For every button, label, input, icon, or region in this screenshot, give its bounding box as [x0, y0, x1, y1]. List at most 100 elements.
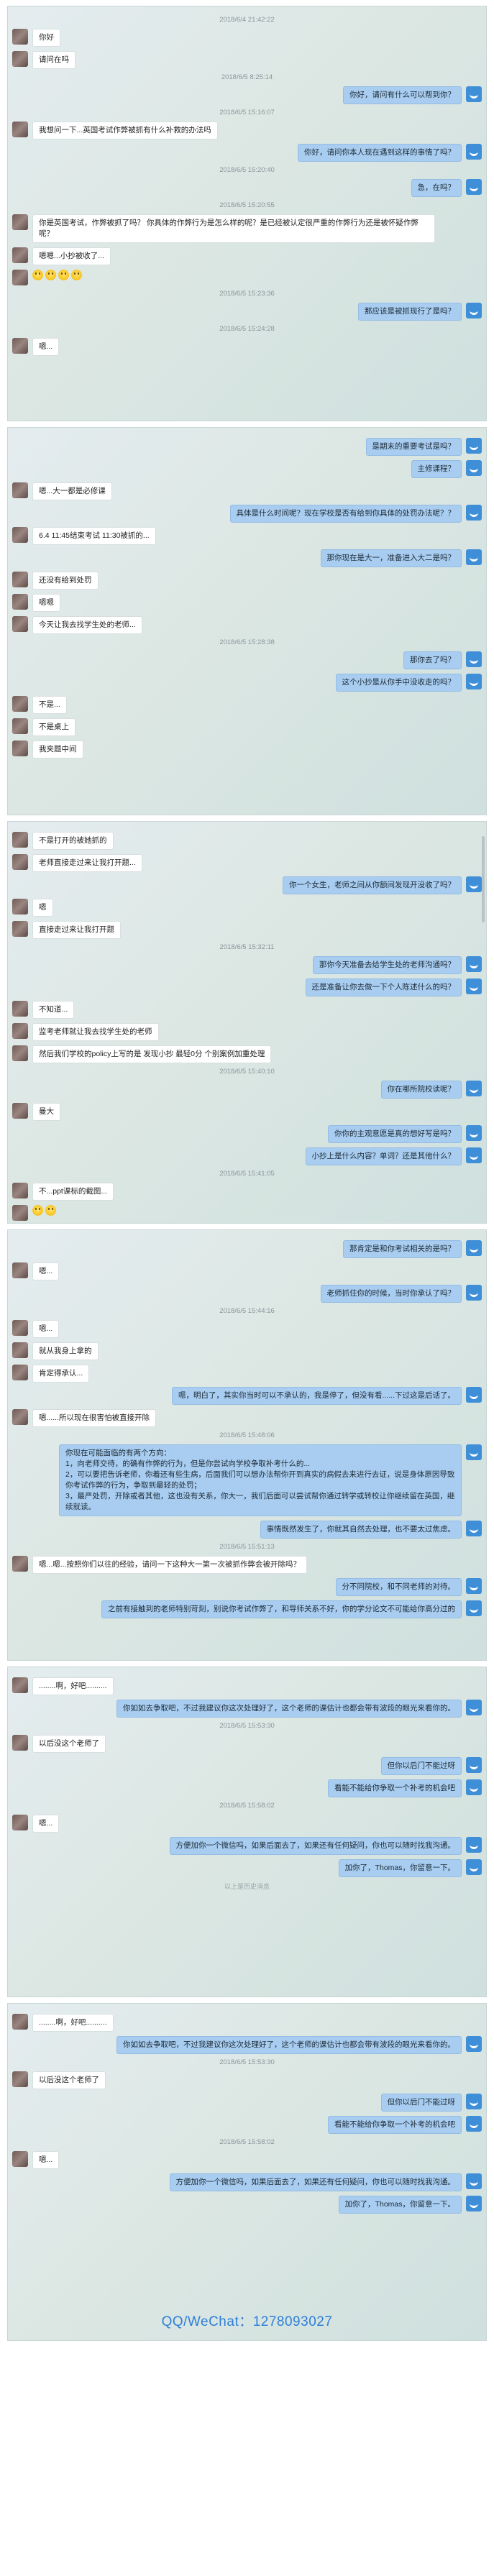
contact-avatar[interactable] [12, 1320, 28, 1336]
message-bubble: 然后我们学校的policy上写的是 发现小抄 最轻0分 个别案例加重处理 [32, 1045, 272, 1063]
user-avatar-icon[interactable] [466, 86, 482, 102]
contact-avatar[interactable] [12, 1205, 28, 1221]
contact-avatar[interactable] [12, 616, 28, 632]
contact-avatar[interactable] [12, 1262, 28, 1278]
contact-avatar[interactable] [12, 1735, 28, 1751]
user-avatar-icon[interactable] [466, 1125, 482, 1141]
message-bubble: 但你以后门不能过呀 [380, 1757, 462, 1775]
user-avatar-icon[interactable] [466, 1240, 482, 1256]
outgoing-message: 你如如去争取吧，不过我建议你这次处理好了，这个老师的课估计也都会带有波段的眼光来… [12, 2036, 482, 2054]
message-bubble: 但你以后门不能过呀 [380, 2094, 462, 2112]
incoming-message: 老师直接走过来让我打开题... [12, 854, 482, 872]
scrollbar-thumb[interactable] [482, 836, 485, 922]
user-avatar-icon[interactable] [466, 1285, 482, 1301]
message-bubble: 小抄上是什么内容？单词？还是其他什么？ [305, 1147, 462, 1165]
user-avatar-icon[interactable] [466, 438, 482, 454]
outgoing-message: 老师抓住你的时候，当时你承认了吗？ [12, 1285, 482, 1303]
contact-avatar[interactable] [12, 482, 28, 498]
incoming-message: 嗯... [12, 2151, 482, 2169]
contact-avatar[interactable] [12, 214, 28, 230]
incoming-message: ........啊，好吧.......... [12, 1677, 482, 1695]
user-avatar-icon[interactable] [466, 1757, 482, 1773]
contact-avatar[interactable] [12, 718, 28, 734]
contact-avatar[interactable] [12, 338, 28, 354]
user-avatar-icon[interactable] [466, 674, 482, 689]
contact-avatar[interactable] [12, 29, 28, 45]
contact-avatar[interactable] [12, 1556, 28, 1572]
contact-avatar[interactable] [12, 2014, 28, 2030]
user-avatar-icon[interactable] [466, 1081, 482, 1096]
contact-avatar[interactable] [12, 741, 28, 756]
user-avatar-icon[interactable] [466, 2116, 482, 2132]
user-avatar-icon[interactable] [466, 549, 482, 565]
contact-avatar[interactable] [12, 921, 28, 937]
user-avatar-icon[interactable] [466, 1779, 482, 1795]
user-avatar-icon[interactable] [466, 2173, 482, 2189]
contact-avatar[interactable] [12, 1677, 28, 1693]
user-avatar-icon[interactable] [466, 1444, 482, 1460]
user-avatar-icon[interactable] [466, 144, 482, 160]
user-avatar-icon[interactable] [466, 1700, 482, 1715]
message-bubble: 看能不能给你争取一个补考的机会吧 [328, 1779, 462, 1797]
contact-avatar[interactable] [12, 247, 28, 263]
message-bubble: 急，在吗？ [411, 179, 462, 197]
contact-watermark: QQ/WeChat：1278093027 [161, 2314, 333, 2329]
contact-avatar[interactable] [12, 594, 28, 610]
contact-avatar[interactable] [12, 527, 28, 543]
user-avatar-icon[interactable] [466, 505, 482, 521]
timestamp: 2018/6/5 15:32:11 [219, 943, 275, 951]
user-avatar-icon[interactable] [466, 1600, 482, 1616]
contact-avatar[interactable] [12, 1815, 28, 1830]
contact-avatar[interactable] [12, 1001, 28, 1017]
user-avatar-icon[interactable] [466, 2094, 482, 2109]
contact-avatar[interactable] [12, 1045, 28, 1061]
contact-avatar[interactable] [12, 899, 28, 915]
user-avatar-icon[interactable] [466, 1147, 482, 1163]
user-avatar-icon[interactable] [466, 956, 482, 972]
user-avatar-icon[interactable] [466, 876, 482, 892]
user-avatar-icon[interactable] [466, 179, 482, 195]
contact-avatar[interactable] [12, 854, 28, 870]
incoming-message: 不是... [12, 696, 482, 714]
user-avatar-icon[interactable] [466, 1387, 482, 1403]
incoming-message: 今天让我去找学生处的老师... [12, 616, 482, 634]
message-bubble: 肯定得承认... [32, 1365, 90, 1383]
contact-avatar[interactable] [12, 832, 28, 848]
user-avatar-icon[interactable] [466, 1578, 482, 1594]
incoming-message: 6.4 11:45结束考试 11:30被抓的... [12, 527, 482, 545]
message-bubble: 嗯... [32, 1262, 60, 1280]
contact-avatar[interactable] [12, 51, 28, 67]
message-bubble: 嗯... [32, 1320, 60, 1338]
chat-screenshot-collage: 2018/6/4 21:42:22 你好 请问在吗 2018/6/5 8:25:14 你… [0, 6, 494, 2341]
message-bubble: 那肯定是和你考试相关的是吗？ [343, 1240, 462, 1258]
contact-avatar[interactable] [12, 1365, 28, 1380]
user-avatar-icon[interactable] [466, 1859, 482, 1875]
contact-avatar[interactable] [12, 696, 28, 712]
contact-avatar[interactable] [12, 1103, 28, 1119]
contact-avatar[interactable] [12, 2071, 28, 2087]
timestamp: 2018/6/5 15:23:36 [219, 290, 275, 298]
user-avatar-icon[interactable] [466, 2196, 482, 2211]
user-avatar-icon[interactable] [466, 1521, 482, 1536]
incoming-message: 监考老师就让我去找学生处的老师 [12, 1023, 482, 1041]
contact-avatar[interactable] [12, 122, 28, 137]
user-avatar-icon[interactable] [466, 1837, 482, 1853]
message-bubble: 那你今天准备去给学生处的老师沟通吗？ [313, 956, 462, 974]
contact-avatar[interactable] [12, 1409, 28, 1425]
user-avatar-icon[interactable] [466, 303, 482, 318]
user-avatar-icon[interactable] [466, 460, 482, 476]
message-bubble: 嗯嗯 [32, 594, 60, 612]
contact-avatar[interactable] [12, 572, 28, 587]
incoming-message [12, 270, 482, 285]
message-bubble: 嗯...大一都是必修课 [32, 482, 112, 500]
contact-avatar[interactable] [12, 1342, 28, 1358]
chat-panel: 那肯定是和你考试相关的是吗？ 嗯... 老师抓住你的时候，当时你承认了吗？ 2018/… [7, 1229, 487, 1661]
contact-avatar[interactable] [12, 2151, 28, 2167]
user-avatar-icon[interactable] [466, 651, 482, 667]
user-avatar-icon[interactable] [466, 2036, 482, 2052]
outgoing-message: 你好，请问你本人现在遇到这样的事情了吗？ [12, 144, 482, 162]
contact-avatar[interactable] [12, 270, 28, 285]
contact-avatar[interactable] [12, 1023, 28, 1039]
user-avatar-icon[interactable] [466, 978, 482, 994]
contact-avatar[interactable] [12, 1183, 28, 1198]
